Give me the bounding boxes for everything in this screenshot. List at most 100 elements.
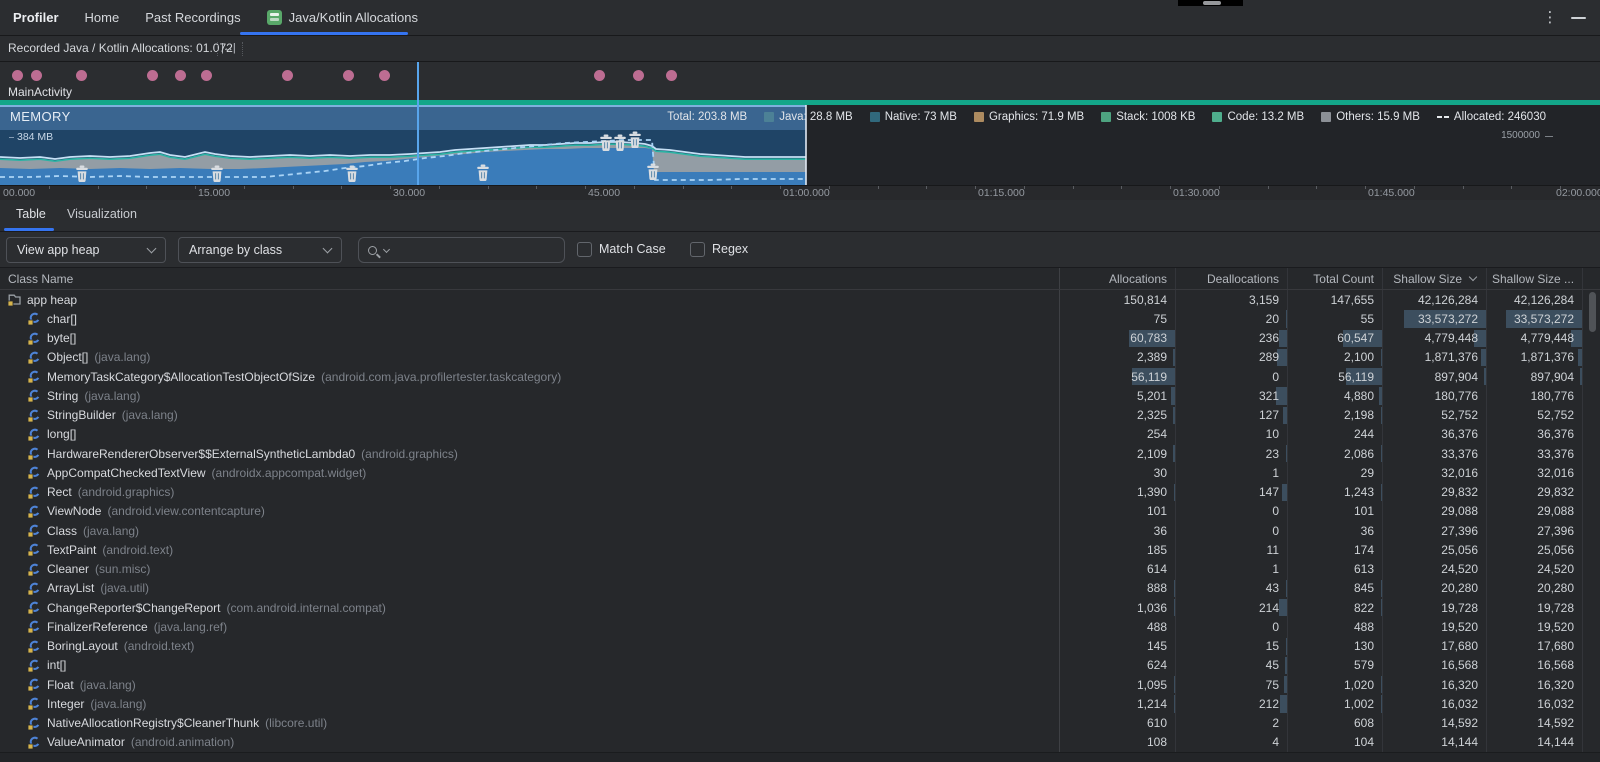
match-case-checkbox[interactable] [577,242,592,257]
event-dot[interactable] [175,70,186,81]
event-dot[interactable] [147,70,158,81]
table-row[interactable]: MemoryTaskCategory$AllocationTestObjectO… [0,367,1600,386]
class-name: FinalizerReference [47,620,148,634]
legend-label: Graphics: 71.9 MB [989,111,1084,123]
axis-minor-tick [146,186,147,189]
cell-value: 254 [1147,427,1175,441]
column-header-label: Allocations [1109,272,1175,286]
table-row[interactable]: Class(java.lang)3603627,39627,396 [0,521,1600,540]
tab-past-recordings[interactable]: Past Recordings [145,10,240,25]
match-case-label: Match Case [599,232,666,267]
class-name: Cleaner [47,562,89,576]
axis-minor-tick [634,186,635,189]
cell-value: 2,198 [1344,408,1382,422]
table-row[interactable]: NativeAllocationRegistry$CleanerThunk(li… [0,714,1600,733]
table-row[interactable]: char[]75205533,573,27233,573,272 [0,309,1600,328]
event-dot[interactable] [31,70,42,81]
table-row[interactable]: ViewNode(android.view.contentcapture)101… [0,502,1600,521]
column-header-shallow-size-2[interactable]: Shallow Size ... [1487,268,1583,289]
table-row[interactable]: ValueAnimator(android.animation)10841041… [0,733,1600,752]
table-row[interactable]: HardwareRendererObserver$$ExternalSynthe… [0,444,1600,463]
event-dot[interactable] [343,70,354,81]
event-dot[interactable] [282,70,293,81]
package-name: (java.util) [100,581,149,595]
cell-value: 1,243 [1344,485,1382,499]
table-row[interactable]: ArrayList(java.util)8884384520,28020,280 [0,579,1600,598]
table-row[interactable]: Integer(java.lang)1,2142121,00216,03216,… [0,694,1600,713]
class-icon [28,582,41,595]
legend-swatch-icon [870,112,880,122]
package-name: (com.android.internal.compat) [226,601,385,615]
search-input[interactable] [358,237,565,263]
cell-value: 19,728 [1537,601,1582,615]
axis-minor-tick [390,186,391,189]
cell-value: 56,119 [1131,370,1175,384]
event-dot[interactable] [201,70,212,81]
class-icon [28,447,41,460]
memory-y-axis-label: 384 MB [17,131,53,143]
vertical-scrollbar-thumb[interactable] [1589,292,1596,332]
tab-home[interactable]: Home [85,10,120,25]
tab-java-kotlin-allocations[interactable]: Java/Kotlin Allocations [267,10,418,25]
selection-right-handle[interactable] [805,105,807,185]
class-icon [28,601,41,614]
table-row[interactable]: long[]2541024436,37636,376 [0,425,1600,444]
table-row[interactable]: Object[](java.lang)2,3892892,1001,871,37… [0,348,1600,367]
table-row[interactable]: StringBuilder(java.lang)2,3251272,19852,… [0,406,1600,425]
cell-value: 1,214 [1137,697,1175,711]
package-name: (java.lang) [90,697,146,711]
axis-minor-tick [1024,186,1025,189]
table-row[interactable]: TextPaint(android.text)1851117425,05625,… [0,540,1600,559]
minimize-icon[interactable] [1571,17,1586,19]
table-row[interactable]: BoringLayout(android.text)1451513017,680… [0,637,1600,656]
table-row[interactable]: int[]6244557916,56816,568 [0,656,1600,675]
cell-value: 845 [1354,581,1382,595]
event-dot[interactable] [666,70,677,81]
class-name: byte[] [47,331,76,345]
active-tab-underline [240,32,408,35]
cell-value: 14,144 [1441,735,1486,749]
table-row[interactable]: Rect(android.graphics)1,3901471,24329,83… [0,483,1600,502]
tab-visualization[interactable]: Visualization [67,200,137,229]
table-row[interactable]: String(java.lang)5,2013214,880180,776180… [0,386,1600,405]
event-dot[interactable] [379,70,390,81]
cell-value: 16,032 [1441,697,1486,711]
package-name: (java.lang) [94,350,150,364]
event-dot[interactable] [12,70,23,81]
cell-value: 29,088 [1537,504,1582,518]
table-row[interactable]: byte[]60,78323660,5474,779,4484,779,448 [0,329,1600,348]
column-header-class-name[interactable]: Class Name [0,268,1060,289]
event-timeline[interactable]: MainActivity [0,62,1600,105]
table-row[interactable]: ChangeReporter$ChangeReport(com.android.… [0,598,1600,617]
cell-value: 610 [1147,716,1175,730]
class-icon [28,351,41,364]
legend-swatch-icon [974,112,984,122]
memory-y-tick [9,137,14,138]
table-row[interactable]: app heap150,8143,159147,65542,126,28442,… [0,290,1600,309]
regex-checkbox[interactable] [690,242,705,257]
more-options-icon[interactable]: ⋮ [1542,8,1558,28]
column-header-deallocations[interactable]: Deallocations [1176,268,1288,289]
column-header-allocations[interactable]: Allocations [1060,268,1176,289]
table-row[interactable]: Cleaner(sun.misc)614161324,52024,520 [0,560,1600,579]
column-header-shallow-size[interactable]: Shallow Size [1383,268,1487,289]
class-icon [28,659,41,672]
tab-profiler[interactable]: Profiler [13,10,59,25]
column-header-total-count[interactable]: Total Count [1288,268,1383,289]
cell-value: 60,783 [1130,331,1175,345]
event-dot[interactable] [594,70,605,81]
event-dot[interactable] [633,70,644,81]
zoom-to-fit-icon[interactable]: |↔| [221,36,235,61]
heap-dropdown[interactable]: View app heap [6,237,166,263]
column-header-label: Total Count [1313,272,1382,286]
event-dot[interactable] [76,70,87,81]
class-name: AppCompatCheckedTextView [47,466,206,480]
timeline-playhead[interactable] [417,62,419,185]
table-row[interactable]: Float(java.lang)1,095751,02016,32016,320 [0,675,1600,694]
memory-chart-section[interactable]: MEMORY 384 MB Total: 203.8 MBJava: 28.8 … [0,105,1600,185]
arrange-dropdown[interactable]: Arrange by class [178,237,342,263]
tab-table[interactable]: Table [16,200,46,229]
table-row[interactable]: FinalizerReference(java.lang.ref)4880488… [0,617,1600,636]
cell-value: 24,520 [1537,562,1582,576]
table-row[interactable]: AppCompatCheckedTextView(androidx.appcom… [0,463,1600,482]
